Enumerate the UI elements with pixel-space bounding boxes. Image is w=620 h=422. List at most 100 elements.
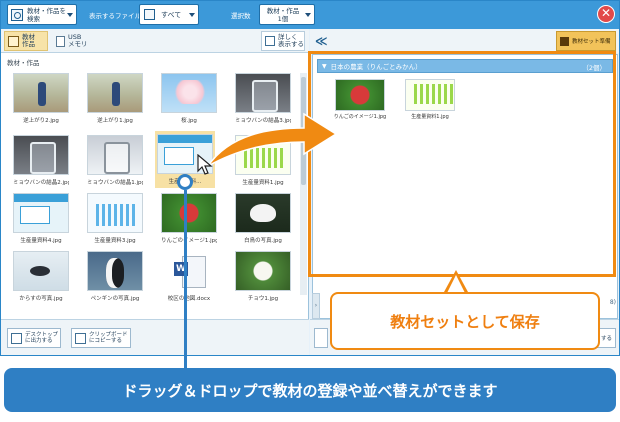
thumbnail-image [13,73,69,113]
set-item-image [335,79,385,111]
save-set-callout-text: 教材セットとして保存 [390,312,540,331]
thumbnail-item[interactable]: ペンギンの写真.jpg [87,251,143,302]
search-works-button[interactable]: 教材・作品を 検索 [7,4,77,25]
thumbnail-image [13,135,69,175]
selcount-value: 教材・作品 1個 [266,6,300,23]
set-item-caption: りんごのイメージ1.jpg [333,114,387,120]
thumbnail-item[interactable]: 校区の地図.docx [161,251,217,302]
file-icon [144,9,155,20]
thumbnail-image [87,193,143,233]
thumbnail-image [235,135,291,175]
set-bottom-button-label: する [600,336,612,342]
works-scrollbar[interactable] [300,73,307,295]
thumbnail-caption: ペンギンの写真.jpg [90,296,140,302]
screenshot-root: 教材・作品を 検索 表示するファイル すべて 選択数 教材・作品 1個 ✕ 教材… [0,0,620,422]
export-desktop-label: デスクトップ に出力する [25,331,59,345]
thumbnail-image [161,73,217,113]
tab-usb-label: USB メモリ [68,33,88,48]
list-icon [265,36,275,46]
thumbnail-caption: 校区の地図.docx [167,296,211,302]
works-scrollbar-thumb[interactable] [301,77,306,185]
thumbnail-item[interactable]: ミョウバンの結晶1.jpg [87,135,143,186]
word-document-icon [161,251,217,291]
set-item[interactable]: 生産量資料1.jpg [401,79,459,120]
works-tabs: 教材 作品 USB メモリ 詳しく 表示する [1,29,309,53]
panel-expand-handle[interactable]: › [312,293,320,319]
chevron-down-icon [189,13,195,17]
thumbnail-image [235,251,291,291]
collapse-icon[interactable]: ≪ [315,34,328,48]
clipboard-icon [75,332,86,344]
thumbnail-item[interactable]: 逆上がり1.jpg [87,73,143,124]
tab-material-set[interactable]: 教材セット準備 [556,31,616,51]
thumbnail-item[interactable]: 生産量資料1.jpg [235,135,291,186]
material-set-group[interactable]: ▼ 日本の農業（りんごとみかん） （2個） [317,59,613,73]
save-set-callout: 教材セットとして保存 [330,292,600,350]
top-toolbar: 教材・作品を 検索 表示するファイル すべて 選択数 教材・作品 1個 ✕ [1,1,619,29]
thumbnail-image [87,251,143,291]
thumbnail-caption: 白鳥の写真.jpg [244,238,282,244]
thumbnail-image [87,73,143,113]
plus-folder-icon [560,36,569,46]
thumbnail-item[interactable]: ミョウバンの結晶3.jpg [235,73,291,124]
breadcrumb: 教材・作品 [7,59,40,67]
thumbnail-item[interactable]: 桜.jpg [161,73,217,124]
thumbnail-item[interactable]: からすの写真.jpg [13,251,69,302]
works-pane: 教材 作品 USB メモリ 詳しく 表示する 教材・作品 逆上がり2.jpg 逆… [1,29,309,355]
set-item[interactable]: りんごのイメージ1.jpg [331,79,389,120]
material-set-group-title: 日本の農業（りんごとみかん） [330,63,422,71]
thumbnail-image [13,251,69,291]
folder-icon [8,35,19,47]
tab-material-set-label: 教材セット準備 [572,39,611,45]
export-icon [11,332,22,344]
callout-connector [184,190,187,370]
drag-origin-marker [177,174,193,190]
thumbnail-caption: 生産量資料1.jpg [242,180,284,186]
thumbnail-caption: 生産量資料3.jpg [94,238,136,244]
thumbnail-item[interactable]: 白鳥の写真.jpg [235,193,291,244]
selcount-select[interactable]: 教材・作品 1個 [259,4,315,25]
drag-drop-banner-text: ドラッグ＆ドロップで教材の登録や並べ替えができます [122,381,498,400]
copy-clipboard-label: クリップボード にコピーする [89,331,128,345]
thumbnail-image [235,193,291,233]
filetype-select[interactable]: すべて [139,4,199,25]
filetype-label: 表示するファイル [89,12,141,20]
cursor-icon [197,154,213,175]
close-button[interactable]: ✕ [597,5,615,23]
usb-icon [56,35,65,47]
thumbnail-image [13,193,69,233]
thumbnail-caption: ミョウバンの結晶3.jpg [235,118,291,124]
thumbnail-item[interactable]: ミョウバンの結晶2.jpg [13,135,69,186]
second-group-count: 8) [609,299,616,306]
material-set-header: ≪ 教材セット準備 [310,29,619,53]
thumbnail-image [161,193,217,233]
set-bottom-button-left[interactable] [314,328,328,348]
thumbnail-item[interactable]: りんごのイメージ1.jpg [161,193,217,244]
set-item-caption: 生産量資料1.jpg [411,114,449,120]
chevron-down-icon [67,13,73,17]
tab-usb[interactable]: USB メモリ [53,31,97,51]
filetype-value: すべて [161,10,182,19]
thumbnail-item[interactable]: 生産量資料3.jpg [87,193,143,244]
thumbnail-caption: 逆上がり2.jpg [23,118,59,124]
chevron-down-icon[interactable]: ▼ [322,63,327,70]
thumbnail-item[interactable]: 逆上がり2.jpg [13,73,69,124]
search-icon [11,8,23,21]
thumbnail-item[interactable]: 生産量資料4.jpg [13,193,69,244]
close-icon: ✕ [600,6,612,20]
thumbnail-caption: ミョウバンの結晶1.jpg [87,180,143,186]
tab-works-label: 教材 作品 [22,33,35,48]
thumbnail-caption: からすの写真.jpg [19,296,63,302]
thumbnail-item[interactable]: チョウ1.jpg [235,251,291,302]
thumbnail-caption: ミョウバンの結晶2.jpg [13,180,69,186]
thumbnail-caption: りんごのイメージ1.jpg [161,238,217,244]
thumbnail-image [87,135,143,175]
callout-pointer-inner [447,275,465,293]
detail-view-button[interactable]: 詳しく 表示する [261,31,305,51]
tab-works[interactable]: 教材 作品 [4,31,48,51]
export-desktop-button[interactable]: デスクトップ に出力する [7,328,61,348]
selcount-label: 選択数 [231,12,251,20]
copy-clipboard-button[interactable]: クリップボード にコピーする [71,328,131,348]
chevron-down-icon [305,13,311,17]
set-item-image [405,79,455,111]
